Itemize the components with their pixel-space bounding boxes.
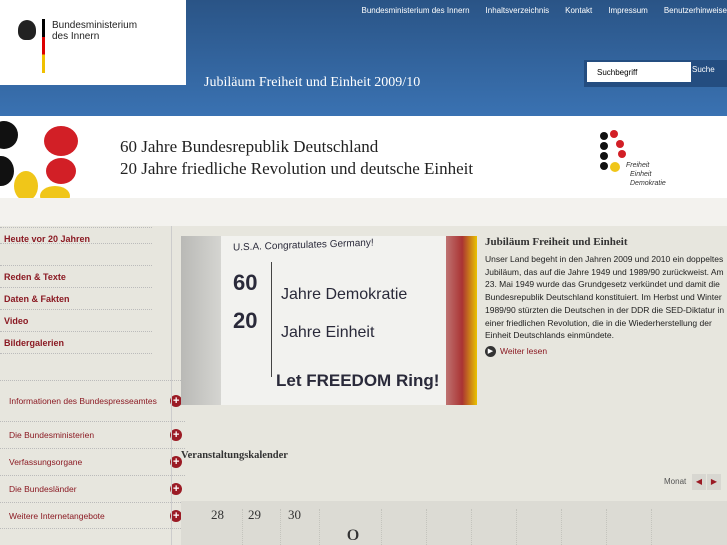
nav-label: Verfassungsorgane [9,457,83,467]
calendar-day[interactable]: 28 [211,507,224,523]
banner-dot [0,121,18,149]
article-teaser: Jubiläum Freiheit und Einheit Unser Land… [485,236,727,357]
read-more-label: Weiter lesen [500,346,548,357]
sign-t2: Jahre Einheit [281,324,375,341]
calendar-marker: 0 [346,527,360,544]
banner-line1: 60 Jahre Bundesrepublik Deutschland [120,137,379,156]
divider [0,353,152,354]
logo-word: Demokratie [630,180,666,187]
column-divider [171,226,172,545]
nav-reden-texte[interactable]: Reden & Texte [0,265,152,287]
sign-n1: 60 [233,270,258,295]
logo-line1: Bundesministerium [52,20,138,31]
search-input[interactable] [587,62,691,82]
nav-reden[interactable] [0,243,152,265]
topnav-user-notes[interactable]: Benutzerhinweise [664,6,727,15]
search-form: Suche [584,60,727,87]
nav-weitere[interactable]: Weitere Internetangebote + [0,502,185,529]
calendar-day[interactable]: 30 [288,507,301,523]
site-title: Jubiläum Freiheit und Einheit 2009/10 [204,75,421,90]
calendar-view-label: Monat [664,477,687,486]
nav-label: Bildergalerien [4,338,65,348]
nav-daten-fakten[interactable]: Daten & Fakten [0,287,152,309]
topnav-contents[interactable]: Inhaltsverzeichnis [486,6,550,15]
banner-dot [46,158,76,184]
banner-dot [14,171,38,201]
nav-bundespresseamt[interactable]: Informationen des Bundespresseamtes + [0,380,185,421]
nav-label: Daten & Fakten [4,294,70,304]
nav-video[interactable]: Video [0,309,152,331]
article-title: Jubiläum Freiheit und Einheit [485,236,628,248]
banner-dot [44,126,78,156]
calendar-day[interactable]: 29 [248,507,261,523]
header: Bundesministerium des Innern Bundesminist… [0,0,727,116]
nav-bundeslaender[interactable]: Die Bundesländer + [0,475,185,502]
feature-photo[interactable]: U.S.A. Congratulates Germany! 60 Jahre D… [181,236,477,405]
search-button[interactable]: Suche [692,65,715,74]
article-body: Unser Land begeht in den Jahren 2009 und… [485,254,725,341]
sign-t1: Jahre Demokratie [281,286,408,303]
topnav-ministry[interactable]: Bundesministerium des Innern [361,6,469,15]
nav-bildergalerien[interactable]: Bildergalerien [0,331,152,353]
top-nav: Bundesministerium des Innern Inhaltsverz… [361,6,727,15]
nav-bundesministerien[interactable]: Die Bundesministerien + [0,421,185,448]
sign-top: U.S.A. Congratulates Germany! [233,237,374,254]
topnav-contact[interactable]: Kontakt [565,6,592,15]
banner-dot [0,156,14,186]
topnav-imprint[interactable]: Impressum [608,6,648,15]
logo-word: Freiheit [626,162,650,169]
nav-verfassungsorgane[interactable]: Verfassungsorgane + [0,448,185,475]
banner-line2: 20 Jahre friedliche Revolution und deuts… [120,159,474,178]
nav-label: Video [4,316,29,326]
nav-label: Weitere Internetangebote [9,510,105,521]
eagle-icon [18,20,36,40]
sign-bottom: Let FREEDOM Ring! [276,371,440,390]
sign-n2: 20 [233,308,258,333]
nav-label: Die Bundesländer [9,484,77,494]
nav-label: Die Bundesministerien [9,430,95,440]
prev-month-button[interactable]: ◀ [692,474,706,490]
nav-label: Informationen des Bundespresseamtes [9,395,157,406]
nav-label: Reden & Texte [4,272,66,282]
logo-line2: des Innern [52,31,100,42]
ministry-logo[interactable]: Bundesministerium des Innern [0,0,186,85]
calendar-grid: 28 29 30 0 [181,501,727,545]
banner-sign: U.S.A. Congratulates Germany! 60 Jahre D… [221,236,446,405]
calendar-title: Veranstaltungskalender [181,450,288,461]
read-more-link[interactable]: ▶ Weiter lesen [485,345,727,357]
content-top-strip [0,198,727,226]
flag-bar [42,19,45,73]
logo-word: Einheit [630,171,652,178]
next-month-button[interactable]: ▶ [707,474,721,490]
banner: 60 Jahre Bundesrepublik Deutschland 20 Ja… [0,116,727,206]
freiheit-logo: Freiheit Einheit Demokratie [600,130,680,190]
arrow-right-icon: ▶ [485,345,496,357]
